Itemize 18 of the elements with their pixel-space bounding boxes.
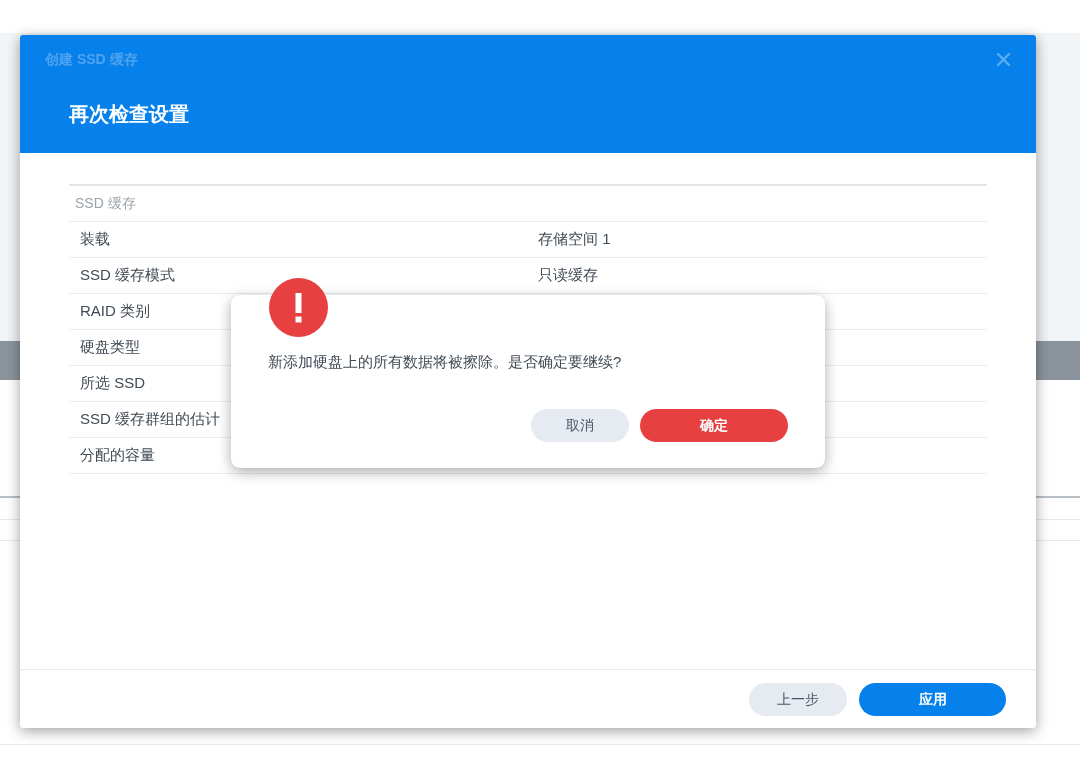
- window-title: 创建 SSD 缓存: [45, 50, 138, 69]
- setting-value: 只读缓存: [537, 265, 598, 286]
- alert-message: 新添加硬盘上的所有数据将被擦除。是否确定要继续?: [268, 353, 622, 370]
- setting-value: 存储空间 1: [537, 229, 611, 250]
- window-heading: 再次检查设置: [69, 102, 189, 127]
- setting-label: SSD 缓存群组的估计: [80, 410, 220, 428]
- apply-button[interactable]: 应用: [859, 683, 1006, 716]
- setting-label: 所选 SSD: [80, 374, 145, 392]
- setting-label: 硬盘类型: [80, 338, 140, 356]
- cancel-button[interactable]: 取消: [531, 409, 629, 442]
- setting-label: 装载: [80, 230, 110, 248]
- setting-label: SSD 缓存模式: [80, 266, 175, 284]
- back-button[interactable]: 上一步: [749, 683, 847, 716]
- setting-label: RAID 类别: [80, 302, 150, 320]
- setting-label: 分配的容量: [80, 446, 155, 464]
- section-title: SSD 缓存: [74, 194, 136, 213]
- close-icon[interactable]: [997, 52, 1010, 66]
- confirm-button[interactable]: 确定: [640, 409, 788, 442]
